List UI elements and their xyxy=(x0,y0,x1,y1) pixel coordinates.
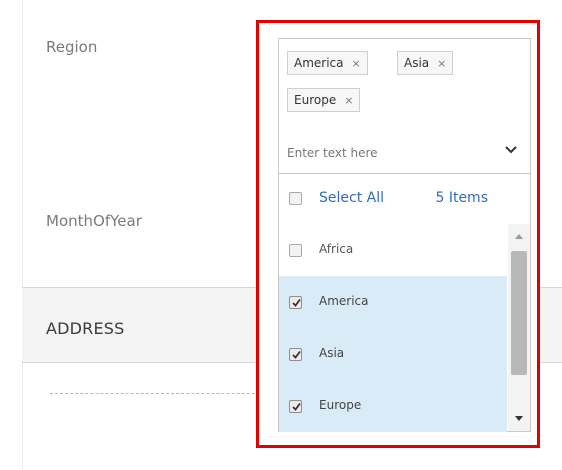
select-all-label[interactable]: Select All xyxy=(319,190,384,206)
multiselect-popup: Select All 5 Items Africa America Asia E… xyxy=(278,174,531,432)
chip-asia: Asia × xyxy=(397,51,454,75)
checkmark-icon xyxy=(292,298,301,307)
list-item-asia[interactable]: Asia xyxy=(279,328,507,380)
multiselect-search-input[interactable] xyxy=(285,141,489,165)
chevron-down-icon[interactable] xyxy=(504,143,518,157)
chip-label: Europe xyxy=(294,93,337,107)
divider xyxy=(22,0,23,470)
caret-up-icon[interactable] xyxy=(508,224,530,250)
close-icon[interactable]: × xyxy=(352,57,361,70)
month-of-year-label: MonthOfYear xyxy=(46,212,142,230)
list-item-africa[interactable]: Africa xyxy=(279,224,507,276)
option-label: Europe xyxy=(319,398,362,412)
chip-europe: Europe × xyxy=(287,88,361,112)
checkmark-icon xyxy=(292,402,301,411)
dashed-divider xyxy=(50,393,280,394)
region-label: Region xyxy=(46,38,98,56)
address-section-title: ADDRESS xyxy=(46,319,125,338)
option-label: Asia xyxy=(319,346,345,360)
options-list: Africa America Asia Europe xyxy=(279,224,507,432)
close-icon[interactable]: × xyxy=(437,57,446,70)
option-label: America xyxy=(319,294,369,308)
scrollbar[interactable] xyxy=(508,224,530,431)
option-checkbox-checked[interactable] xyxy=(289,348,302,361)
caret-down-icon[interactable] xyxy=(508,405,530,431)
checkmark-icon xyxy=(292,350,301,359)
close-icon[interactable]: × xyxy=(344,94,353,107)
option-checkbox[interactable] xyxy=(289,244,302,257)
list-item-europe[interactable]: Europe xyxy=(279,380,507,432)
option-checkbox-checked[interactable] xyxy=(289,296,302,309)
option-label: Africa xyxy=(319,242,354,256)
chip-label: America xyxy=(294,56,344,70)
region-multiselect[interactable]: America × Asia × Europe × xyxy=(278,38,531,174)
chip-america: America × xyxy=(287,51,368,75)
option-checkbox-checked[interactable] xyxy=(289,400,302,413)
chip-label: Asia xyxy=(404,56,430,70)
page: Region MonthOfYear ADDRESS America × Asia… xyxy=(0,0,562,470)
items-count: 5 Items xyxy=(435,190,488,206)
select-all-row[interactable]: Select All 5 Items xyxy=(279,174,530,224)
list-item-america[interactable]: America xyxy=(279,276,507,328)
scrollbar-thumb[interactable] xyxy=(511,251,527,375)
select-all-checkbox[interactable] xyxy=(289,192,302,205)
